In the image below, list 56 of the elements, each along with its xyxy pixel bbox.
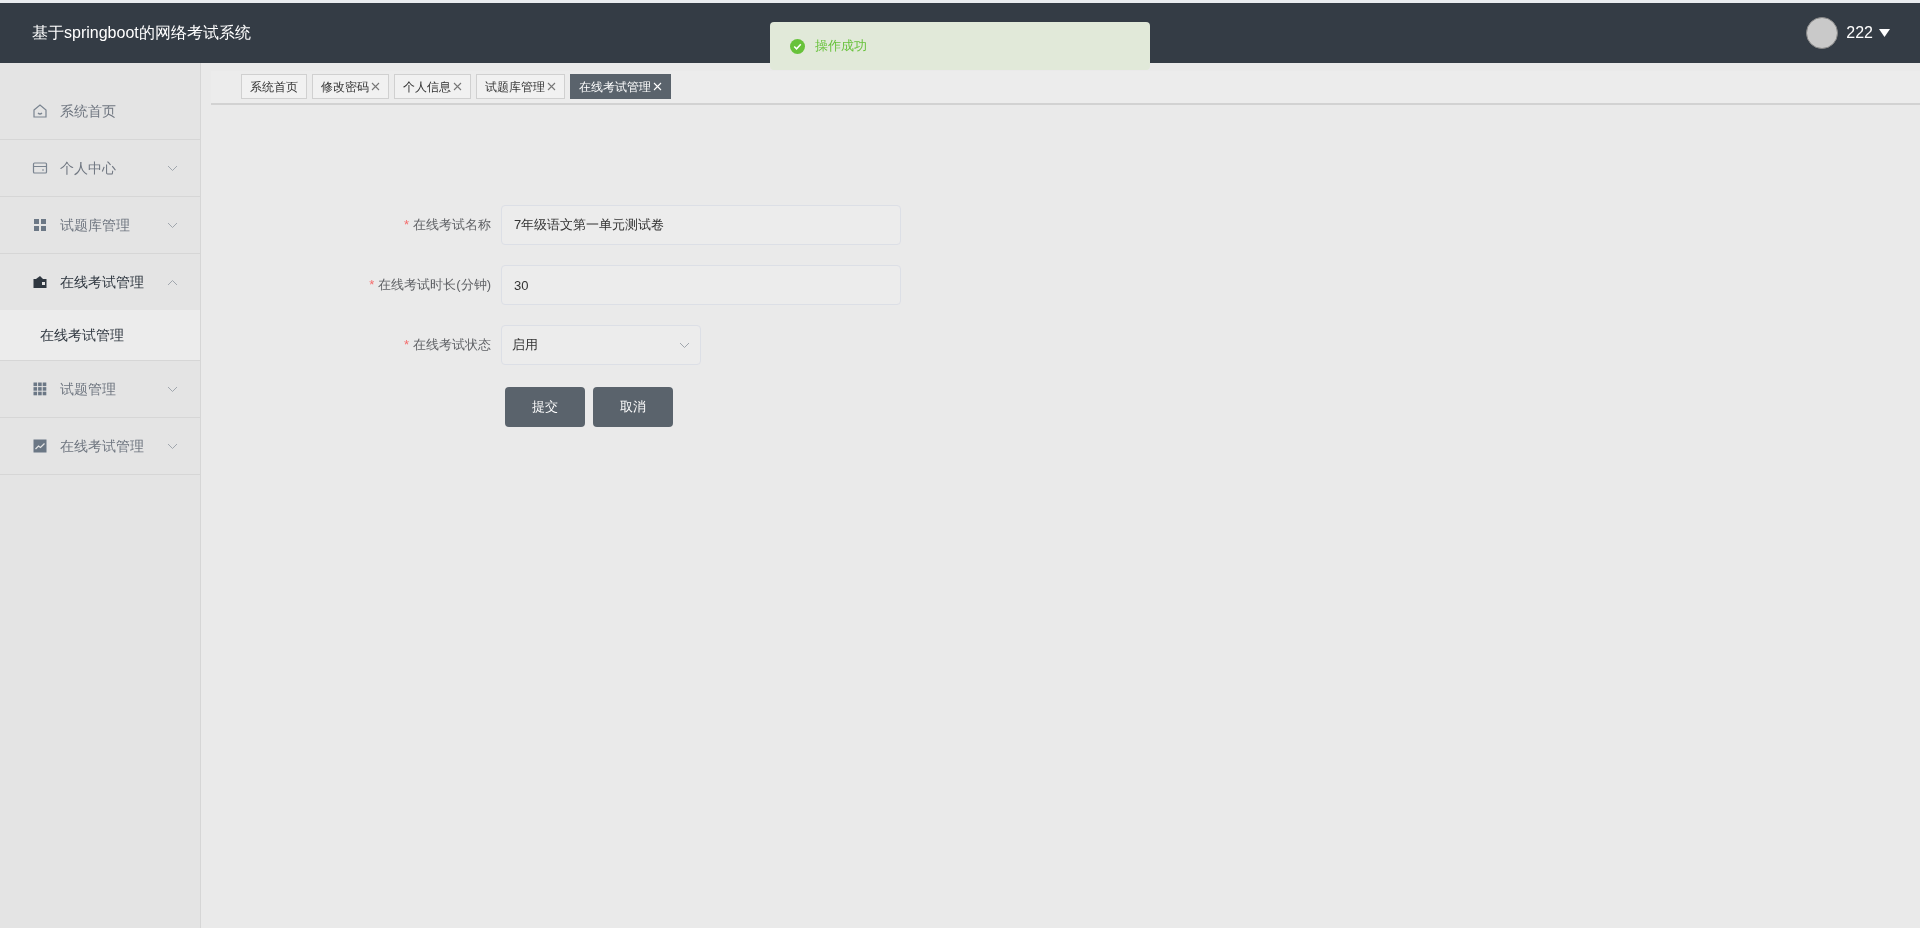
grid-icon — [32, 217, 48, 233]
card-icon — [32, 160, 48, 176]
check-circle-icon — [790, 38, 805, 54]
tab-label: 系统首页 — [250, 78, 298, 96]
tab[interactable]: 修改密码 — [312, 74, 389, 99]
tab-label: 修改密码 — [321, 78, 369, 96]
sidebar-label: 试题管理 — [60, 379, 117, 399]
input-field[interactable]: 30 — [501, 265, 901, 305]
chevron-down-icon — [679, 341, 690, 349]
select-value: 启用 — [512, 336, 538, 355]
chevron-up-icon — [167, 278, 178, 286]
grid-icon — [32, 381, 48, 397]
caret-icon — [1879, 29, 1890, 37]
app-title: 基于springboot的网络考试系统 — [32, 23, 251, 43]
close-icon[interactable] — [547, 82, 556, 91]
tab[interactable]: 在线考试管理 — [570, 74, 671, 99]
sidebar-label: 系统首页 — [60, 101, 117, 121]
sidebar-item[interactable]: 在线考试管理 — [0, 418, 200, 474]
select-field[interactable]: 启用 — [501, 325, 701, 365]
chevron-down-icon — [167, 385, 178, 393]
user-menu[interactable]: 222 — [1846, 21, 1890, 45]
sidebar-item[interactable]: 试题管理 — [0, 361, 200, 417]
close-icon[interactable] — [453, 82, 462, 91]
chevron-down-icon — [167, 221, 178, 229]
chart-icon — [32, 438, 48, 454]
tab[interactable]: 系统首页 — [241, 74, 307, 99]
sidebar-label: 在线考试管理 — [60, 436, 145, 456]
required-mark: * — [369, 276, 375, 295]
tab-label: 在线考试管理 — [579, 78, 651, 96]
sidebar-label: 在线考试管理 — [60, 272, 145, 292]
wallet-icon — [32, 274, 48, 290]
input-field[interactable]: 7年级语文第一单元测试卷 — [501, 205, 901, 245]
tab[interactable]: 个人信息 — [394, 74, 471, 99]
submit-button[interactable]: 提交 — [505, 387, 585, 427]
home-icon — [32, 103, 48, 119]
toast-message: 操作成功 — [815, 37, 867, 56]
avatar[interactable] — [1806, 17, 1839, 49]
field-label: 在线考试名称 — [413, 216, 491, 235]
tab[interactable]: 试题库管理 — [476, 74, 565, 99]
sidebar-label: 个人中心 — [60, 158, 117, 178]
chevron-down-icon — [167, 164, 178, 172]
close-icon[interactable] — [371, 82, 380, 91]
cancel-button[interactable]: 取消 — [593, 387, 673, 427]
field-label: 在线考试状态 — [413, 336, 491, 355]
field-label: 在线考试时长(分钟) — [378, 276, 491, 295]
sidebar-item[interactable]: 在线考试管理 — [0, 254, 200, 310]
sidebar-item[interactable]: 个人中心 — [0, 140, 200, 196]
sidebar-label: 试题库管理 — [60, 215, 131, 235]
required-mark: * — [403, 216, 409, 235]
required-mark: * — [403, 336, 409, 355]
sidebar-item[interactable]: 系统首页 — [0, 83, 200, 139]
sidebar-item[interactable]: 试题库管理 — [0, 197, 200, 253]
sidebar-subitem[interactable]: 在线考试管理 — [0, 310, 200, 360]
tab-label: 试题库管理 — [485, 78, 545, 96]
chevron-down-icon — [167, 442, 178, 450]
tab-label: 个人信息 — [403, 78, 451, 96]
